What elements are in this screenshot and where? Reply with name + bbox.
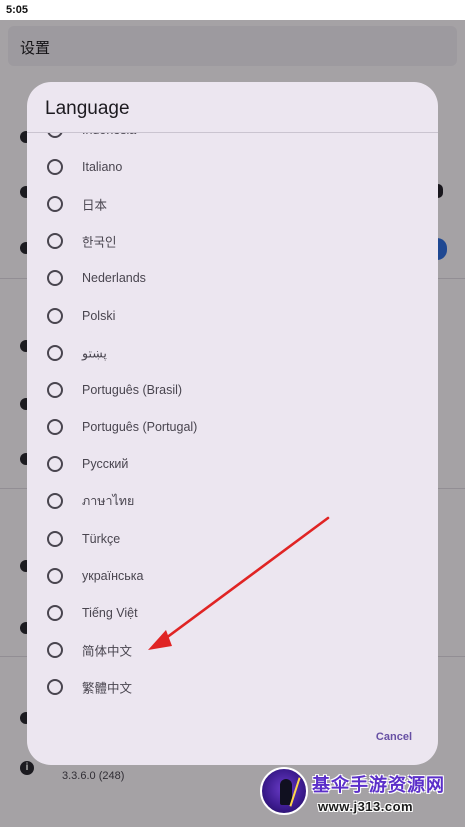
language-label: 日本 — [82, 198, 108, 213]
status-bar: 5:05 — [0, 0, 465, 20]
language-label: Italiano — [82, 159, 123, 174]
radio-button[interactable] — [47, 233, 63, 250]
language-option[interactable]: Türkçe — [27, 520, 438, 557]
radio-button[interactable] — [47, 419, 63, 436]
language-label: Русский — [82, 457, 129, 472]
radio-button[interactable] — [47, 605, 63, 622]
language-option[interactable]: پښتو — [27, 334, 438, 371]
language-option[interactable]: 日本 — [27, 185, 438, 222]
language-option[interactable]: 简体中文 — [27, 632, 438, 669]
language-option[interactable]: Indonesia — [27, 133, 438, 148]
language-label: ภาษาไทย — [82, 494, 135, 509]
language-option[interactable]: 繁體中文 — [27, 669, 438, 706]
radio-button[interactable] — [47, 270, 63, 287]
language-option[interactable]: Italiano — [27, 148, 438, 185]
language-option[interactable]: Português (Brasil) — [27, 371, 438, 408]
language-label: Polski — [82, 308, 116, 323]
watermark-url: www.j313.com — [318, 799, 414, 814]
radio-button[interactable] — [47, 307, 63, 324]
language-label: پښتو — [82, 346, 107, 361]
radio-button[interactable] — [47, 530, 63, 547]
watermark: 基伞手游资源网 www.j313.com — [258, 765, 463, 821]
language-option[interactable]: 한국인 — [27, 223, 438, 260]
radio-button[interactable] — [47, 567, 63, 584]
watermark-title: 基伞手游资源网 — [312, 775, 445, 795]
radio-button[interactable] — [47, 456, 63, 473]
radio-button[interactable] — [47, 642, 63, 659]
radio-button[interactable] — [47, 381, 63, 398]
language-dialog: Language Indonesia Italiano 日本 한국인 Nederland… — [27, 82, 438, 765]
language-option[interactable]: Polski — [27, 297, 438, 334]
language-option[interactable]: українська — [27, 557, 438, 594]
language-list-content: Indonesia Italiano 日本 한국인 Nederlands Polski پښ… — [27, 133, 438, 706]
radio-button[interactable] — [47, 493, 63, 510]
radio-button[interactable] — [47, 344, 63, 361]
language-label: українська — [82, 568, 144, 583]
language-label: 简体中文 — [82, 644, 133, 659]
radio-button[interactable] — [47, 133, 63, 138]
language-label: Türkçe — [82, 531, 121, 546]
dialog-title: Language — [45, 98, 130, 119]
language-label: Tiếng Việt — [82, 606, 138, 621]
language-label: Indonesia — [82, 133, 136, 137]
language-option[interactable]: ภาษาไทย — [27, 483, 438, 520]
status-time: 5:05 — [6, 4, 29, 16]
radio-button[interactable] — [47, 679, 63, 696]
language-label: Nederlands — [82, 271, 146, 286]
watermark-logo — [260, 767, 308, 815]
radio-button[interactable] — [47, 195, 63, 212]
cancel-button[interactable]: Cancel — [376, 731, 412, 743]
language-label: Português (Portugal) — [82, 420, 198, 435]
radio-button[interactable] — [47, 158, 63, 175]
language-option[interactable]: Português (Portugal) — [27, 409, 438, 446]
language-option[interactable]: Tiếng Việt — [27, 594, 438, 631]
language-label: 한국인 — [82, 235, 117, 250]
language-label: Português (Brasil) — [82, 382, 183, 397]
language-list[interactable]: Indonesia Italiano 日本 한국인 Nederlands Polski پښ… — [27, 133, 438, 711]
language-option[interactable]: Русский — [27, 446, 438, 483]
language-label: 繁體中文 — [82, 681, 133, 696]
language-option[interactable]: Nederlands — [27, 260, 438, 297]
